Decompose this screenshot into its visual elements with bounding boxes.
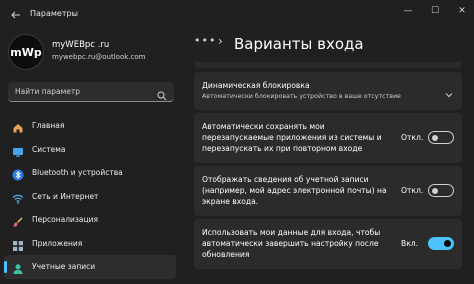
restart-apps-toggle[interactable] bbox=[428, 131, 454, 144]
wifi-icon bbox=[12, 190, 24, 204]
restart-apps-card: Автоматически сохранять мои перезапускае… bbox=[194, 113, 462, 163]
dynamic-lock-card[interactable]: Динамическая блокировка Автоматически бл… bbox=[194, 72, 462, 110]
search-input[interactable]: Найти параметр bbox=[8, 82, 174, 102]
monitor-icon bbox=[12, 143, 24, 157]
sidebar-item-personalization[interactable]: Персонализация bbox=[4, 208, 176, 232]
maximize-button[interactable]: ☐ bbox=[424, 4, 446, 18]
dynamic-lock-title: Динамическая блокировка bbox=[202, 81, 310, 90]
profile-email: mywebpc.ru@outlook.com bbox=[52, 53, 146, 61]
search-placeholder: Найти параметр bbox=[15, 87, 80, 96]
user-profile[interactable]: mWp myWEBpc .ru mywebpc.ru@outlook.com bbox=[8, 34, 178, 74]
sidebar-item-label: Персонализация bbox=[32, 215, 98, 224]
use-signin-info-card: Использовать мои данные для входа, чтобы… bbox=[194, 219, 462, 269]
bluetooth-icon bbox=[12, 166, 24, 181]
page-title: Варианты входа bbox=[234, 35, 364, 53]
search-icon[interactable] bbox=[157, 86, 167, 101]
toggle-state-label: Вкл. bbox=[401, 239, 419, 248]
profile-name: myWEBpc .ru bbox=[52, 40, 110, 50]
sidebar-item-label: Учетные записи bbox=[32, 262, 96, 271]
breadcrumb-overflow-button[interactable]: ••• bbox=[194, 34, 216, 47]
sidebar-item-label: Приложения bbox=[32, 238, 83, 248]
show-account-details-card: Отображать сведения об учетной записи (н… bbox=[194, 166, 462, 216]
minimize-button[interactable]: — bbox=[397, 4, 419, 18]
toggle-state-label: Откл. bbox=[401, 133, 424, 142]
sidebar-item-label: Сеть и Интернет bbox=[32, 191, 99, 201]
previous-card-edge bbox=[194, 62, 462, 68]
title-bar: Параметры — ☐ ✕ bbox=[0, 0, 474, 30]
breadcrumb-separator: › bbox=[218, 34, 223, 48]
sidebar-item-system[interactable]: Система bbox=[4, 138, 176, 162]
back-arrow-icon[interactable] bbox=[10, 9, 22, 21]
toggle-state-label: Откл. bbox=[401, 186, 424, 195]
close-button[interactable]: ✕ bbox=[451, 4, 473, 18]
show-account-details-toggle[interactable] bbox=[428, 184, 454, 197]
sidebar-item-label: Система bbox=[32, 144, 66, 154]
sidebar-item-network[interactable]: Сеть и Интернет bbox=[4, 185, 176, 209]
toggle-knob bbox=[432, 187, 438, 194]
show-account-details-text: Отображать сведения об учетной записи (н… bbox=[202, 175, 387, 207]
chevron-down-icon[interactable] bbox=[444, 85, 454, 98]
use-signin-info-toggle[interactable] bbox=[428, 237, 454, 250]
restart-apps-text: Автоматически сохранять мои перезапускае… bbox=[202, 122, 382, 154]
toggle-knob bbox=[444, 240, 451, 247]
app-title: Параметры bbox=[30, 9, 78, 18]
apps-icon bbox=[12, 237, 24, 251]
sidebar-nav: Главная Система Bluetooth и устройства С… bbox=[4, 114, 176, 279]
use-signin-info-text: Использовать мои данные для входа, чтобы… bbox=[202, 228, 381, 260]
sidebar-item-label: Bluetooth и устройства bbox=[32, 168, 123, 177]
sidebar-item-apps[interactable]: Приложения bbox=[4, 232, 176, 256]
sidebar-item-bluetooth[interactable]: Bluetooth и устройства bbox=[4, 161, 176, 185]
home-icon bbox=[12, 119, 24, 133]
sidebar-item-accounts[interactable]: Учетные записи bbox=[4, 255, 176, 279]
account-icon bbox=[12, 260, 24, 274]
sidebar-item-home[interactable]: Главная bbox=[4, 114, 176, 138]
toggle-knob bbox=[432, 134, 438, 141]
dynamic-lock-subtitle: Автоматически блокировать устройство в в… bbox=[202, 93, 401, 100]
sidebar-item-label: Главная bbox=[32, 121, 65, 130]
brush-icon bbox=[12, 213, 24, 227]
avatar: mWp bbox=[8, 34, 44, 70]
